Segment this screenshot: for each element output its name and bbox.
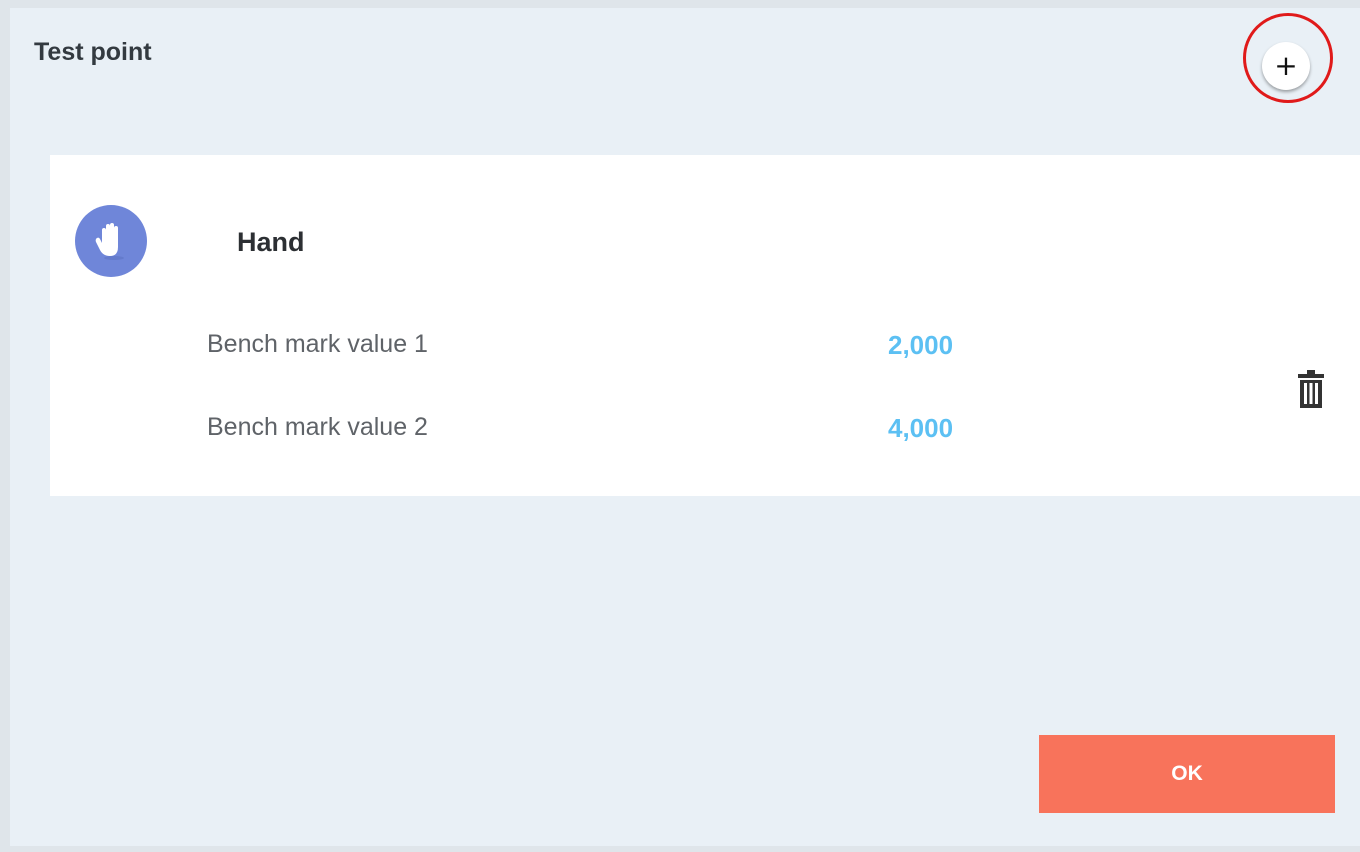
benchmark-label-2: Bench mark value 2 xyxy=(207,413,428,441)
benchmark-label-1: Bench mark value 1 xyxy=(207,330,428,358)
plus-icon: + xyxy=(1274,49,1298,82)
hand-icon-glyph xyxy=(95,223,124,260)
delete-button[interactable] xyxy=(1293,367,1329,411)
benchmark-value-1: 2,000 xyxy=(888,330,954,360)
trash-icon xyxy=(1298,370,1324,408)
page-title: Test point xyxy=(34,38,152,66)
test-point-card: Hand Bench mark value 1 2,000 Bench mark… xyxy=(50,155,1360,496)
test-point-panel: Test point + Hand Bench mark value 1 2,0… xyxy=(10,8,1360,846)
ok-button[interactable]: OK xyxy=(1039,735,1335,813)
hand-icon xyxy=(75,205,147,277)
benchmark-value-2: 4,000 xyxy=(888,413,954,443)
add-button[interactable]: + xyxy=(1262,42,1310,90)
card-title: Hand xyxy=(237,227,305,257)
